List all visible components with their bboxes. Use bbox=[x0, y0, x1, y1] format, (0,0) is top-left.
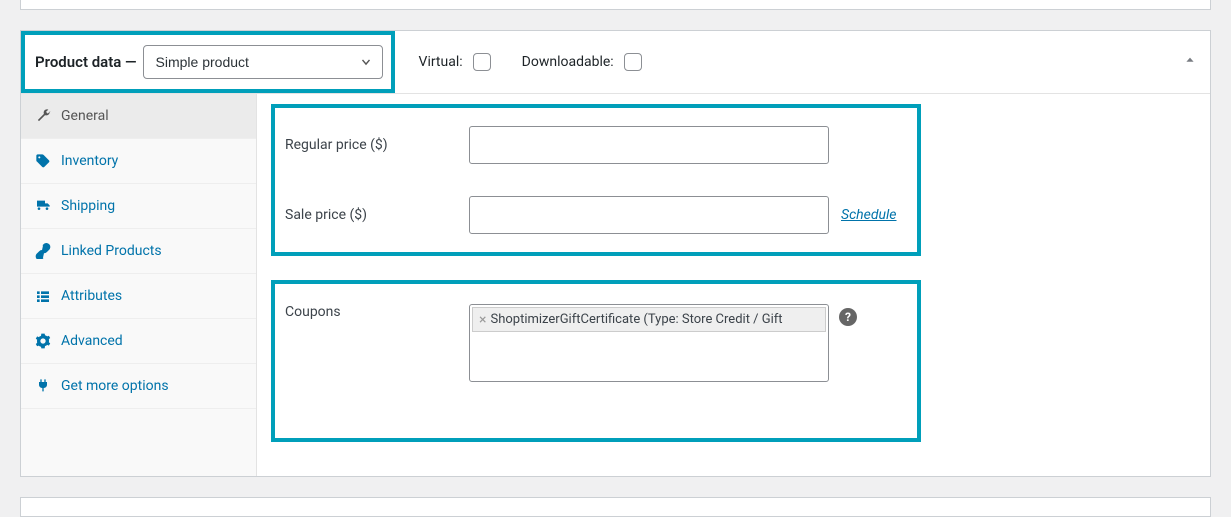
tab-label: Linked Products bbox=[61, 243, 162, 259]
panel-header: Product data — Simple product Virtual: D… bbox=[21, 31, 1210, 94]
regular-price-row: Regular price ($) bbox=[275, 120, 905, 170]
tab-label: General bbox=[61, 108, 109, 124]
product-flags: Virtual: Downloadable: bbox=[419, 50, 645, 74]
regular-price-input[interactable] bbox=[469, 126, 829, 164]
panel-title: Product data — bbox=[35, 53, 137, 71]
panel-body: General Inventory Shipping Linked Produc… bbox=[21, 94, 1210, 476]
tab-shipping[interactable]: Shipping bbox=[21, 184, 256, 229]
list-icon bbox=[35, 288, 51, 304]
price-group-highlight: Regular price ($) Sale price ($) Schedul… bbox=[271, 104, 921, 256]
tab-linked-products[interactable]: Linked Products bbox=[21, 229, 256, 274]
virtual-checkbox[interactable] bbox=[473, 53, 491, 71]
downloadable-checkbox[interactable] bbox=[624, 53, 642, 71]
tag-icon bbox=[35, 153, 51, 169]
product-type-select[interactable]: Simple product bbox=[143, 45, 383, 79]
tab-inventory[interactable]: Inventory bbox=[21, 139, 256, 184]
tab-content-general: Regular price ($) Sale price ($) Schedul… bbox=[257, 94, 1210, 476]
wrench-icon bbox=[35, 108, 51, 124]
downloadable-label: Downloadable: bbox=[522, 54, 614, 70]
truck-icon bbox=[35, 198, 51, 214]
plug-icon bbox=[35, 378, 51, 394]
collapse-toggle[interactable] bbox=[1184, 54, 1196, 70]
tab-label: Shipping bbox=[61, 198, 115, 214]
coupon-token-label: ShoptimizerGiftCertificate (Type: Store … bbox=[490, 312, 782, 327]
downloadable-field: Downloadable: bbox=[522, 50, 645, 74]
product-type-select-wrap: Simple product bbox=[143, 45, 383, 79]
caret-up-icon bbox=[1184, 54, 1196, 66]
product-data-panel: Product data — Simple product Virtual: D… bbox=[20, 30, 1211, 477]
coupons-input[interactable]: × ShoptimizerGiftCertificate (Type: Stor… bbox=[469, 304, 829, 382]
schedule-link[interactable]: Schedule bbox=[841, 207, 897, 223]
link-icon bbox=[35, 243, 51, 259]
coupons-group-highlight: Coupons × ShoptimizerGiftCertificate (Ty… bbox=[271, 280, 921, 442]
virtual-label: Virtual: bbox=[419, 54, 463, 70]
gear-icon bbox=[35, 333, 51, 349]
coupon-token[interactable]: × ShoptimizerGiftCertificate (Type: Stor… bbox=[472, 307, 826, 332]
regular-price-label: Regular price ($) bbox=[285, 137, 469, 153]
help-icon[interactable]: ? bbox=[839, 308, 857, 326]
coupons-row: Coupons × ShoptimizerGiftCertificate (Ty… bbox=[275, 298, 905, 388]
tab-label: Get more options bbox=[61, 378, 169, 394]
sale-price-row: Sale price ($) Schedule bbox=[275, 190, 905, 240]
remove-token-icon[interactable]: × bbox=[479, 313, 486, 327]
sale-price-label: Sale price ($) bbox=[285, 207, 469, 223]
tab-general[interactable]: General bbox=[21, 94, 256, 139]
tab-get-more[interactable]: Get more options bbox=[21, 364, 256, 409]
product-type-highlight: Product data — Simple product bbox=[21, 31, 395, 93]
tab-attributes[interactable]: Attributes bbox=[21, 274, 256, 319]
tab-label: Attributes bbox=[61, 288, 122, 304]
virtual-field: Virtual: bbox=[419, 50, 494, 74]
sale-price-input[interactable] bbox=[469, 196, 829, 234]
next-metabox-edge bbox=[20, 497, 1211, 517]
previous-metabox-edge bbox=[20, 0, 1211, 10]
product-data-tabs: General Inventory Shipping Linked Produc… bbox=[21, 94, 257, 476]
tab-label: Advanced bbox=[61, 333, 123, 349]
tab-advanced[interactable]: Advanced bbox=[21, 319, 256, 364]
coupons-label: Coupons bbox=[285, 304, 469, 320]
tab-label: Inventory bbox=[61, 153, 118, 169]
